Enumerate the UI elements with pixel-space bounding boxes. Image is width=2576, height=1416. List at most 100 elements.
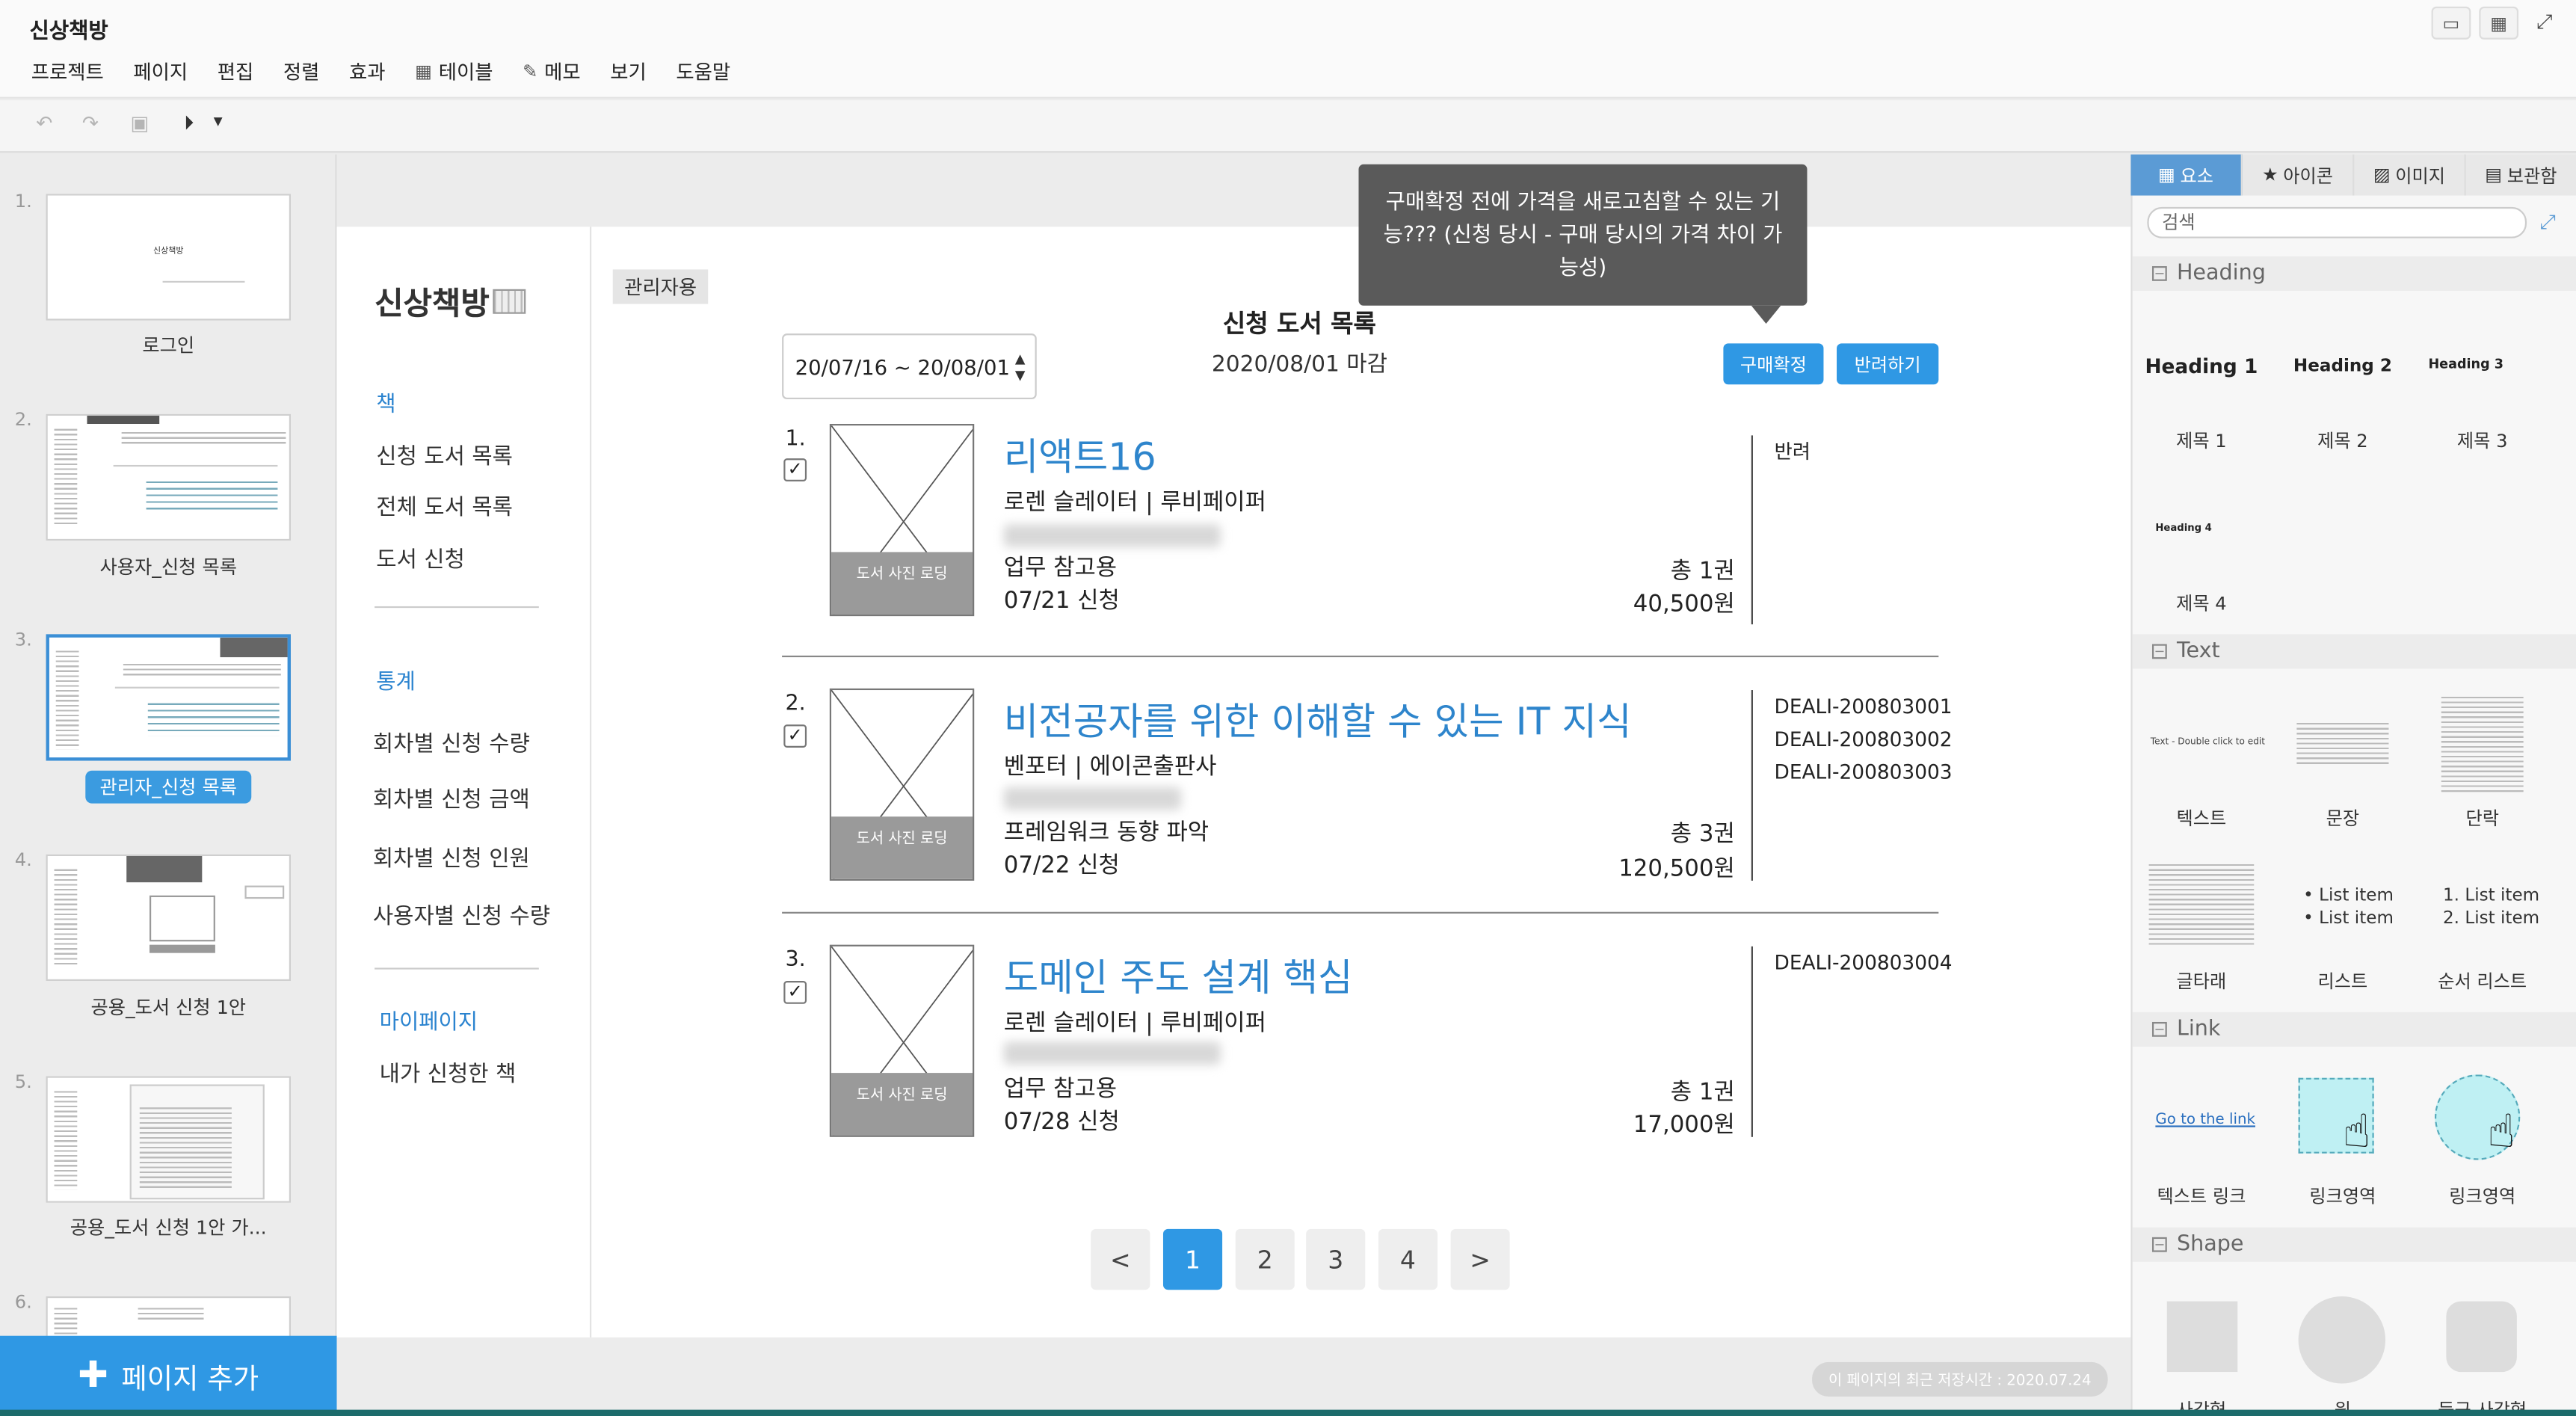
heading-1-preview[interactable]: Heading 1: [2130, 355, 2272, 378]
book-quantity: 총 1권: [1670, 1079, 1735, 1106]
list-item: • List item: [2303, 908, 2394, 929]
grid-view-icon[interactable]: ▦: [2479, 6, 2519, 40]
page-thumbnail-selected[interactable]: [46, 634, 291, 761]
rectangle-shape-preview[interactable]: [2166, 1301, 2238, 1373]
undo-icon[interactable]: ↶: [30, 108, 60, 138]
redo-icon[interactable]: ↷: [76, 108, 105, 138]
heading-4-preview[interactable]: Heading 4: [2155, 523, 2211, 534]
nav-stats-user-qty[interactable]: 사용자별 신청 수량: [373, 897, 550, 930]
book-title[interactable]: 비전공자를 위한 이해할 수 있는 IT 지식: [1004, 690, 1632, 746]
nav-stats-amount[interactable]: 회차별 신청 금액: [373, 781, 530, 813]
tab-elements[interactable]: ▦ 요소: [2130, 154, 2243, 196]
column-divider: [1751, 946, 1753, 1137]
play-icon[interactable]: ⏵: [174, 108, 204, 138]
page-number: 1.: [14, 190, 32, 212]
menu-label: 편집: [217, 60, 254, 83]
section-text[interactable]: − Text: [2132, 634, 2576, 669]
nav-all-books[interactable]: 전체 도서 목록: [376, 488, 513, 521]
menu-page[interactable]: 페이지: [119, 56, 203, 86]
tab-label: 보관함: [2506, 164, 2557, 187]
menu-help[interactable]: 도움말: [662, 56, 745, 86]
pagination-page-2[interactable]: 2: [1235, 1228, 1295, 1290]
paragraph-preview[interactable]: [2441, 696, 2524, 792]
ordered-list-preview[interactable]: 1. List item 2. List item: [2443, 884, 2539, 930]
divider: [375, 967, 539, 970]
tab-label: 이미지: [2395, 164, 2446, 187]
menu-table[interactable]: ▦ 테이블: [400, 56, 508, 86]
pagination-page-4[interactable]: 4: [1378, 1228, 1438, 1290]
section-shape[interactable]: − Shape: [2132, 1227, 2576, 1262]
section-heading[interactable]: − Heading: [2132, 256, 2576, 291]
pagination-prev[interactable]: <: [1091, 1228, 1150, 1290]
page-thumbnail[interactable]: [46, 854, 291, 982]
list-label: 리스트: [2317, 970, 2368, 993]
fullscreen-icon[interactable]: ⤢: [2536, 10, 2552, 34]
add-page-button[interactable]: ✚ 페이지 추가: [0, 1335, 337, 1416]
circle-shape-preview[interactable]: [2298, 1296, 2386, 1384]
menu-align[interactable]: 정렬: [268, 56, 334, 86]
pagination-page-1[interactable]: 1: [1162, 1228, 1223, 1290]
page-thumbnail[interactable]: [46, 1076, 291, 1203]
rounded-rect-shape-preview[interactable]: [2446, 1301, 2517, 1373]
sentence-label: 문장: [2326, 808, 2360, 830]
section-stats[interactable]: 통계: [376, 664, 416, 695]
reject-button[interactable]: 반려하기: [1837, 343, 1939, 385]
book-publisher: 벤포터 | 에이콘출판사: [1003, 754, 1217, 781]
heading-3-label: 제목 3: [2456, 430, 2508, 452]
menu-view[interactable]: 보기: [595, 56, 661, 86]
text-preview[interactable]: Text - Double click to edit: [2151, 738, 2265, 748]
save-icon[interactable]: ▣: [125, 108, 155, 138]
tab-icons[interactable]: ★ 아이콘: [2243, 154, 2355, 196]
menu-project[interactable]: 프로젝트: [16, 56, 119, 86]
page-thumbnail[interactable]: 신상책방: [46, 194, 291, 321]
section-book[interactable]: 책: [376, 386, 395, 417]
status-line: 반려: [1774, 440, 1811, 464]
text-block-preview[interactable]: [2148, 864, 2255, 946]
row-checkbox[interactable]: ✓: [783, 458, 807, 481]
nav-my-requests[interactable]: 내가 신청한 책: [380, 1055, 517, 1088]
pagination-page-3[interactable]: 3: [1306, 1228, 1366, 1290]
row-checkbox[interactable]: ✓: [783, 724, 807, 748]
sentence-preview[interactable]: [2296, 722, 2389, 766]
section-label: Text: [2176, 638, 2220, 664]
book-title[interactable]: 도메인 주도 설계 핵심: [1004, 946, 1353, 1003]
page-label: 공용_도서 신청 1안 가...: [70, 1216, 267, 1240]
page-number: 4.: [14, 849, 32, 871]
book-quantity: 총 1권: [1670, 558, 1735, 585]
nav-stats-qty[interactable]: 회차별 신청 수량: [373, 724, 530, 757]
book-purpose: 업무 참고용: [1003, 1076, 1118, 1103]
section-mypage[interactable]: 마이페이지: [380, 1004, 478, 1035]
row-checkbox[interactable]: ✓: [783, 981, 807, 1004]
expand-icon[interactable]: ⤢: [2540, 210, 2556, 235]
single-view-icon[interactable]: ▭: [2431, 6, 2471, 40]
tab-storage[interactable]: ▤ 보관함: [2466, 155, 2576, 196]
heading-2-preview[interactable]: Heading 2: [2272, 357, 2413, 376]
tab-images[interactable]: ▨ 이미지: [2354, 154, 2466, 196]
text-link-preview[interactable]: Go to the link: [2155, 1112, 2255, 1129]
bullet-list-preview[interactable]: • List item • List item: [2303, 884, 2394, 930]
section-link[interactable]: − Link: [2132, 1012, 2576, 1047]
status-line: DEALI-200803001: [1774, 695, 1953, 718]
nav-request-book[interactable]: 도서 신청: [376, 541, 465, 573]
book-title[interactable]: 리액트16: [1004, 425, 1156, 481]
menu-label: 효과: [348, 60, 386, 83]
nav-stats-people[interactable]: 회차별 신청 인원: [373, 840, 530, 872]
heading-3-preview[interactable]: Heading 3: [2395, 357, 2536, 372]
page-thumbnail[interactable]: [46, 413, 291, 541]
play-dropdown-chevron-icon[interactable]: ▼: [214, 115, 223, 129]
menu-memo[interactable]: ✎ 메모: [508, 56, 595, 86]
element-search-input[interactable]: 검색: [2147, 206, 2527, 238]
book-price: 40,500원: [1633, 591, 1735, 618]
app-title: 신상책방: [29, 19, 108, 45]
menu-edit[interactable]: 편집: [203, 56, 268, 86]
spinner-icon: ▲ ▼: [1014, 351, 1026, 384]
memo-tooltip: 구매확정 전에 가격을 새로고침할 수 있는 기능??? (신청 당시 - 구매…: [1358, 164, 1808, 306]
nav-request-list[interactable]: 신청 도서 목록: [376, 437, 513, 470]
page-title: 신청 도서 목록: [1222, 309, 1376, 339]
pagination-next[interactable]: >: [1450, 1228, 1510, 1290]
date-range-select[interactable]: 20/07/16 ~ 20/08/01 ▲ ▼: [782, 333, 1037, 400]
status-line: DEALI-200803002: [1774, 727, 1953, 751]
menu-effect[interactable]: 효과: [334, 56, 400, 86]
confirm-purchase-button[interactable]: 구매확정: [1723, 343, 1824, 385]
book-status: 반려: [1775, 435, 1811, 468]
